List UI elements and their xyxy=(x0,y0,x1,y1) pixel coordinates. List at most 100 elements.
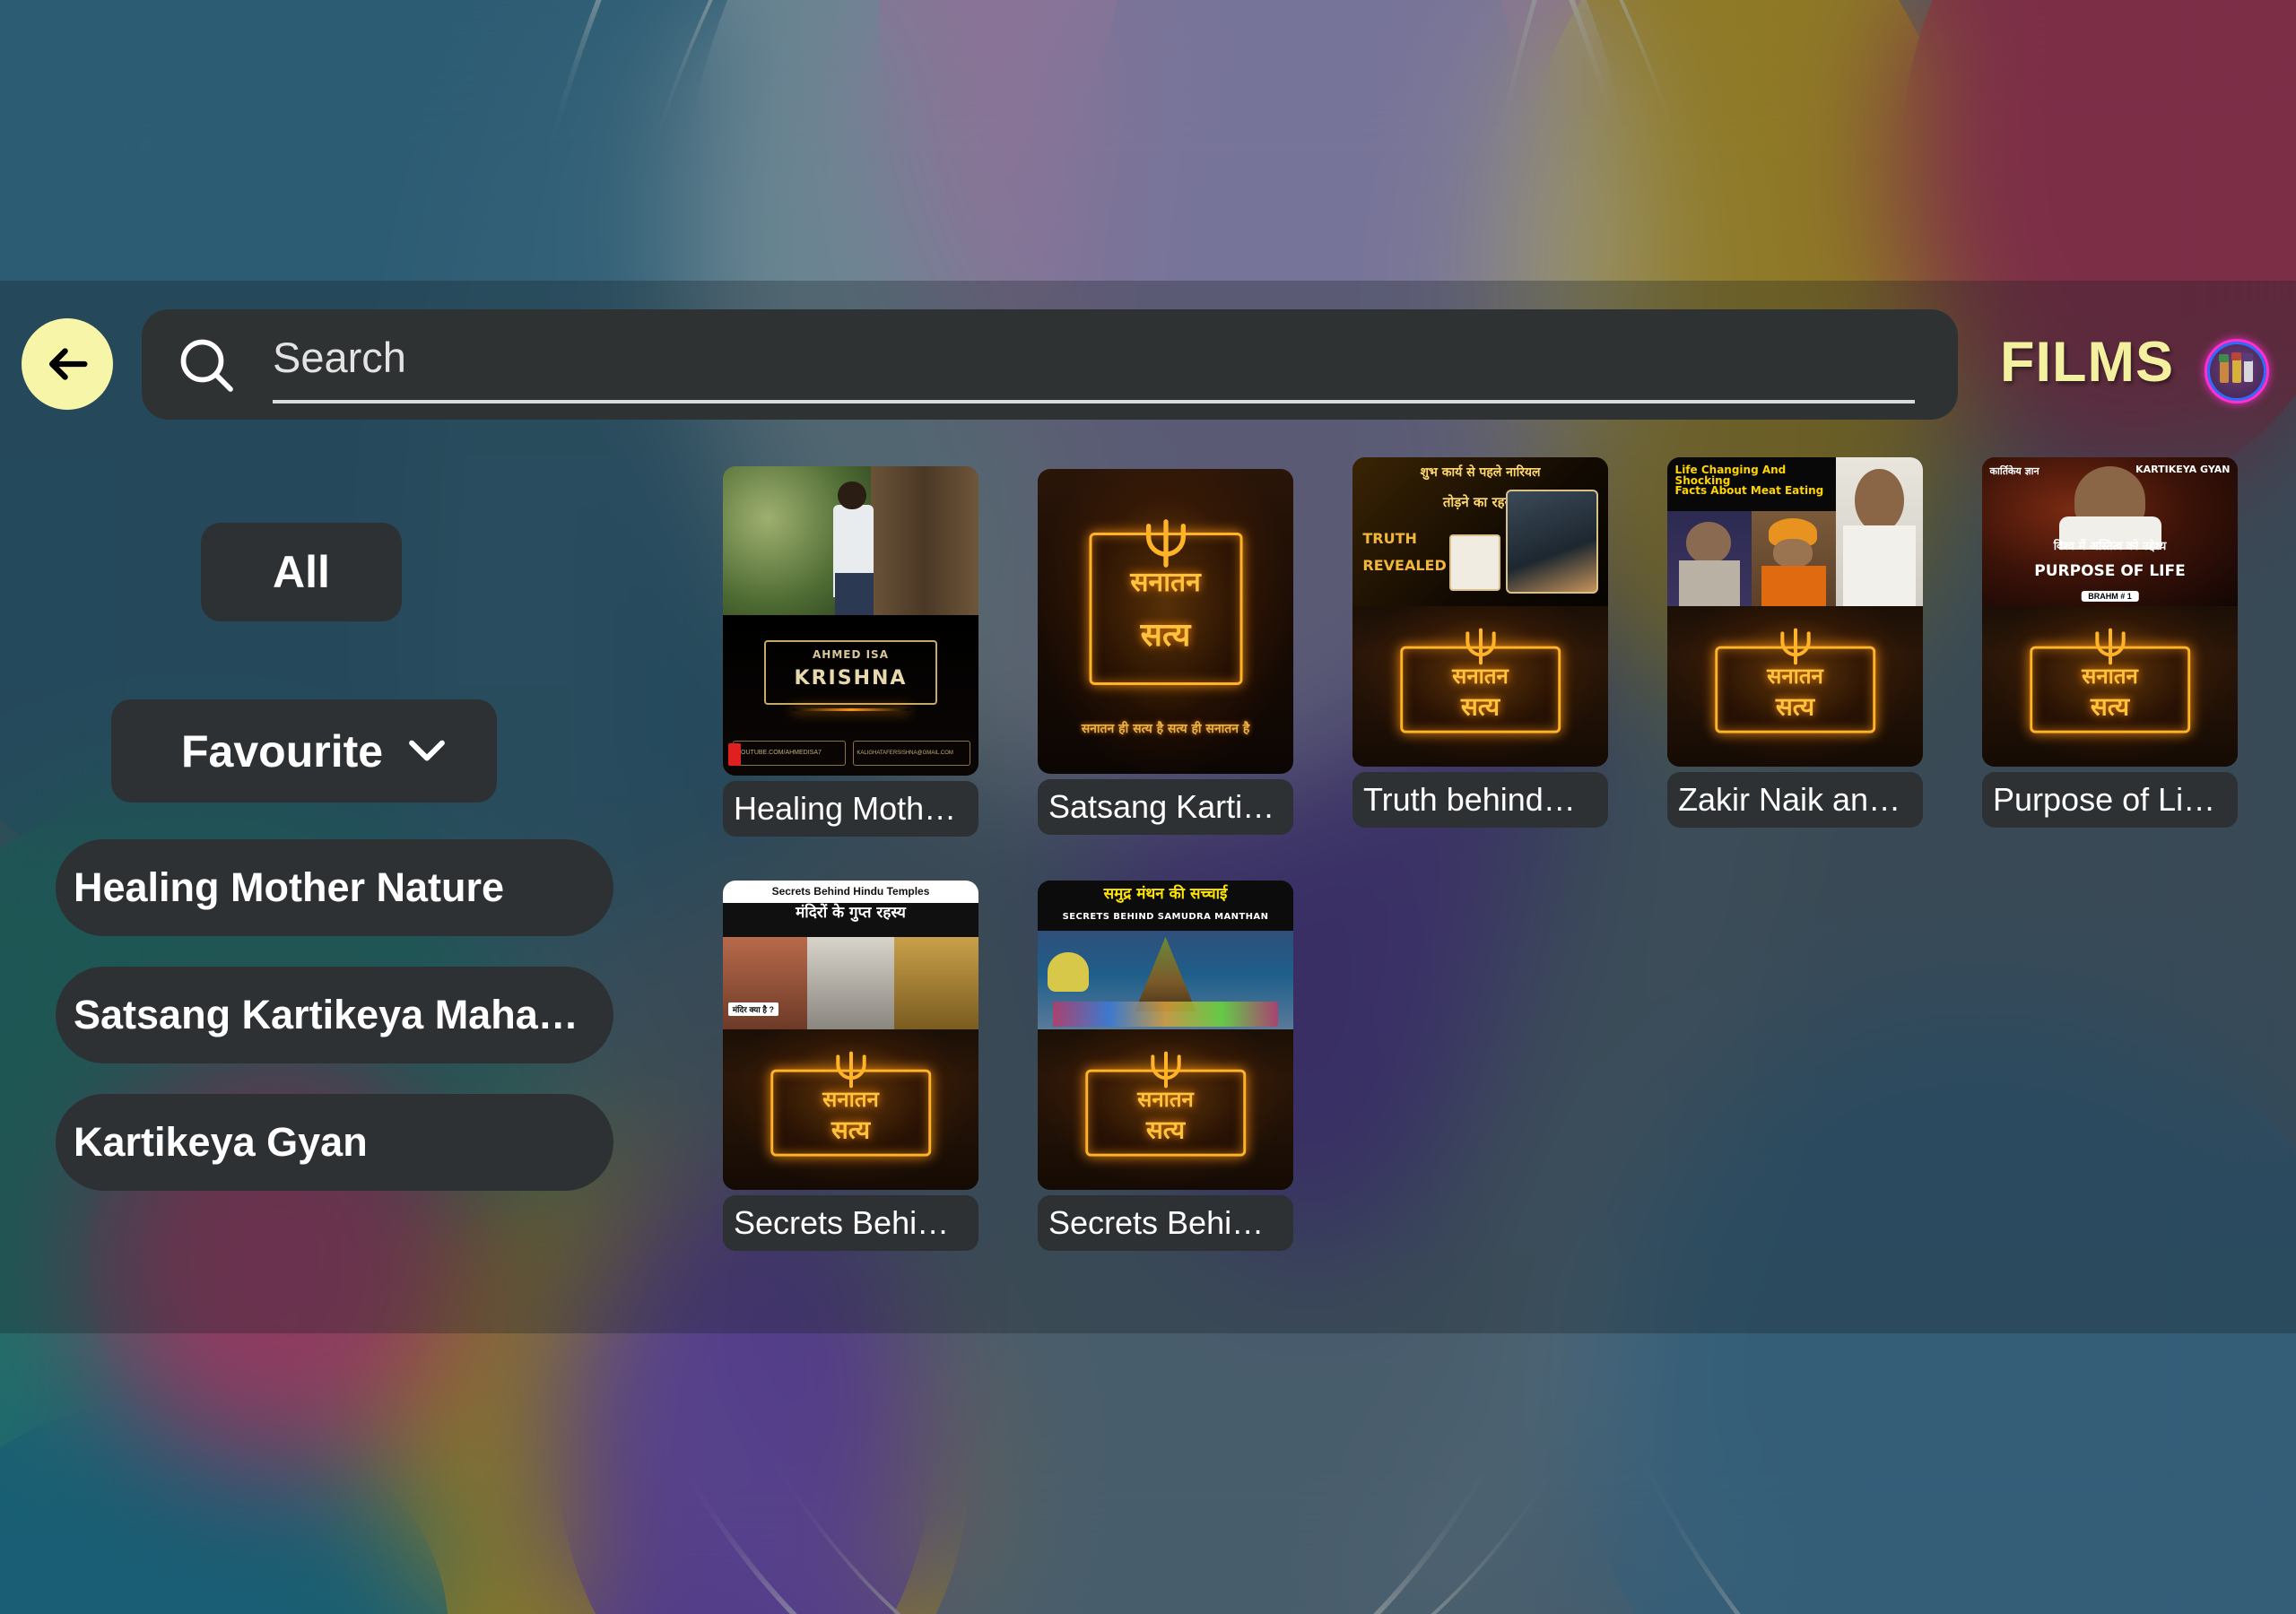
video-card[interactable]: कार्तिकेय ज्ञान KARTIKEYA GYAN विश्व में… xyxy=(1982,457,2238,828)
video-card[interactable]: AHMED ISA KRISHNA YOUTUBE.COM/AHMEDISA7 … xyxy=(723,466,978,837)
avatar-figure xyxy=(2220,360,2229,383)
thumb-top-line2: SECRETS BEHIND SAMUDRA MANTHAN xyxy=(1062,912,1269,923)
thumb-top-badge: मंदिर क्या है ? xyxy=(727,1002,779,1016)
app-header: FILMS xyxy=(0,305,2296,439)
search-field xyxy=(273,325,1915,404)
video-thumbnail: Secrets Behind Hindu Temples मंदिरों के … xyxy=(723,881,978,1190)
thumb-figures xyxy=(1053,1002,1278,1028)
filter-button-all[interactable]: All xyxy=(201,523,402,621)
video-card-label: Satsang Karti… xyxy=(1038,779,1293,835)
thumb-brand-panel: सनातन सत्य xyxy=(1667,605,1923,767)
video-thumbnail: कार्तिकेय ज्ञान KARTIKEYA GYAN विश्व में… xyxy=(1982,457,2238,767)
search-bar[interactable] xyxy=(142,309,1958,420)
thumb-brand-box: AHMED ISA KRISHNA xyxy=(763,640,938,706)
thumb-person-head xyxy=(838,481,866,509)
thumb-top-line1: शुभ कार्य से पहले नारियल xyxy=(1420,464,1541,480)
video-card-label: Secrets Behi… xyxy=(723,1195,978,1251)
thumb-footer-right: KALIGHATAFERSISHNA@GMAIL.COM xyxy=(853,740,971,767)
video-thumbnail: शुभ कार्य से पहले नारियल तोड़ने का रहस्य… xyxy=(1352,457,1608,767)
trident-icon xyxy=(2094,628,2126,665)
trident-icon xyxy=(1145,519,1186,568)
thumb-brand-panel: AHMED ISA KRISHNA YOUTUBE.COM/AHMEDISA7 … xyxy=(723,614,978,776)
thumb-photo: शुभ कार्य से पहले नारियल तोड़ने का रहस्य… xyxy=(1352,457,1608,606)
thumb-person-trousers xyxy=(835,573,874,615)
avatar[interactable] xyxy=(2205,339,2269,404)
thumb-top-line3: PURPOSE OF LIFE xyxy=(2034,562,2186,581)
thumb-logo-line1: सनातन xyxy=(2082,663,2138,689)
thumb-face xyxy=(1685,522,1732,564)
sidebar-item-label: Satsang Kartikeya Maha… xyxy=(74,992,578,1037)
filter-all-label: All xyxy=(273,547,330,597)
search-input[interactable] xyxy=(273,325,1915,389)
thumb-portrait-1 xyxy=(1667,510,1752,606)
sidebar-item-label: Healing Mother Nature xyxy=(74,864,505,910)
thumb-face xyxy=(1773,539,1813,568)
thumb-scene xyxy=(1038,931,1293,1029)
video-card-label: Zakir Naik an… xyxy=(1667,772,1923,828)
thumb-photo: Secrets Behind Hindu Temples मंदिरों के … xyxy=(723,881,978,1029)
thumb-brand-panel: सनातन सत्य xyxy=(1982,605,2238,767)
thumb-logo-line1: सनातन xyxy=(1767,663,1823,689)
filter-favourite-label: Favourite xyxy=(181,725,384,777)
thumb-glow-line xyxy=(791,707,910,711)
page-title: FILMS xyxy=(2000,331,2174,394)
thumb-top-line1: कार्तिकेय ज्ञान xyxy=(1989,464,2039,477)
sidebar-item-healing-mother-nature[interactable]: Healing Mother Nature xyxy=(56,839,613,936)
thumb-portrait-2 xyxy=(1752,510,1837,606)
thumb-footer-right-text: KALIGHATAFERSISHNA@GMAIL.COM xyxy=(857,750,953,756)
video-thumbnail: AHMED ISA KRISHNA YOUTUBE.COM/AHMEDISA7 … xyxy=(723,466,978,776)
thumb-footer-left: YOUTUBE.COM/AHMEDISA7 xyxy=(733,740,846,767)
thumb-temple-3 xyxy=(893,936,978,1029)
thumb-logo-line1: सनातन xyxy=(1137,1086,1194,1112)
sidebar-item-label: Kartikeya Gyan xyxy=(74,1119,368,1165)
video-card[interactable]: समुद्र मंथन की सच्चाई SECRETS BEHIND SAM… xyxy=(1038,881,1293,1251)
trident-icon xyxy=(835,1051,866,1089)
sidebar-item-kartikeya-gyan[interactable]: Kartikeya Gyan xyxy=(56,1094,613,1191)
avatar-figure xyxy=(2243,353,2253,361)
thumb-body xyxy=(1761,566,1826,606)
thumb-brand-panel: सनातन सत्य xyxy=(1038,1028,1293,1190)
thumb-photo-inset-small xyxy=(1449,534,1501,592)
video-card[interactable]: Secrets Behind Hindu Temples मंदिरों के … xyxy=(723,881,978,1251)
thumb-logo-line2: सत्य xyxy=(1460,691,1500,722)
thumb-top-brand: KARTIKEYA GYAN xyxy=(2135,464,2231,476)
thumb-logo-line2: सत्य xyxy=(1775,691,1815,722)
thumb-photo: समुद्र मंथन की सच्चाई SECRETS BEHIND SAM… xyxy=(1038,881,1293,1029)
video-card[interactable]: Life Changing And Shocking Facts About M… xyxy=(1667,457,1923,828)
sidebar-item-satsang-kartikeya[interactable]: Satsang Kartikeya Maha… xyxy=(56,967,613,1063)
video-card[interactable]: सनातन सत्य सनातन ही सत्य है सत्य ही सनात… xyxy=(1038,469,1293,835)
filter-dropdown-favourite[interactable]: Favourite xyxy=(111,699,497,803)
thumb-logo-line1: सनातन xyxy=(1130,566,1201,598)
thumb-top-line1: Life Changing And Shocking xyxy=(1674,464,1787,488)
video-card[interactable]: शुभ कार्य से पहले नारियल तोड़ने का रहस्य… xyxy=(1352,457,1608,828)
thumb-face xyxy=(1855,469,1904,532)
video-card-label: Secrets Behi… xyxy=(1038,1195,1293,1251)
thumb-brand-line2: KRISHNA xyxy=(794,667,908,690)
thumb-body xyxy=(1679,560,1740,606)
thumb-top-banner: Secrets Behind Hindu Temples xyxy=(723,881,978,903)
video-card-label: Healing Moth… xyxy=(723,781,978,837)
video-card-label: Purpose of Li… xyxy=(1982,772,2238,828)
avatar-figure xyxy=(2232,358,2241,383)
thumb-temple-2 xyxy=(807,936,894,1029)
trident-icon xyxy=(1779,628,1811,665)
chevron-down-icon xyxy=(409,740,445,760)
thumb-photo xyxy=(723,466,978,615)
youtube-icon xyxy=(727,743,741,767)
thumb-top-badge: BRAHM # 1 xyxy=(2081,590,2139,602)
thumb-logo-line2: सत्य xyxy=(1140,616,1191,654)
thumb-top-line1: समुद्र मंथन की सच्चाई xyxy=(1103,884,1228,903)
thumb-tagline: सनातन ही सत्य है सत्य ही सनातन है xyxy=(1081,722,1250,737)
search-icon xyxy=(180,339,233,392)
thumb-logo-line2: सत्य xyxy=(831,1115,871,1145)
video-thumbnail: समुद्र मंथन की सच्चाई SECRETS BEHIND SAM… xyxy=(1038,881,1293,1190)
thumb-photo: कार्तिकेय ज्ञान KARTIKEYA GYAN विश्व में… xyxy=(1982,457,2238,606)
thumb-logo-line1: सनातन xyxy=(822,1086,879,1112)
avatar-figure xyxy=(2244,359,2253,382)
back-button[interactable] xyxy=(22,318,113,410)
thumb-top-line2: विश्व में अस्तित्व को उद्देश्य xyxy=(2053,539,2167,553)
thumb-top-line2: मंदिरों के गुप्त रहस्य xyxy=(796,904,906,923)
thumb-mountain xyxy=(1135,936,1196,1011)
avatar-figure xyxy=(2231,352,2241,360)
thumb-photo-inset xyxy=(1506,490,1598,594)
